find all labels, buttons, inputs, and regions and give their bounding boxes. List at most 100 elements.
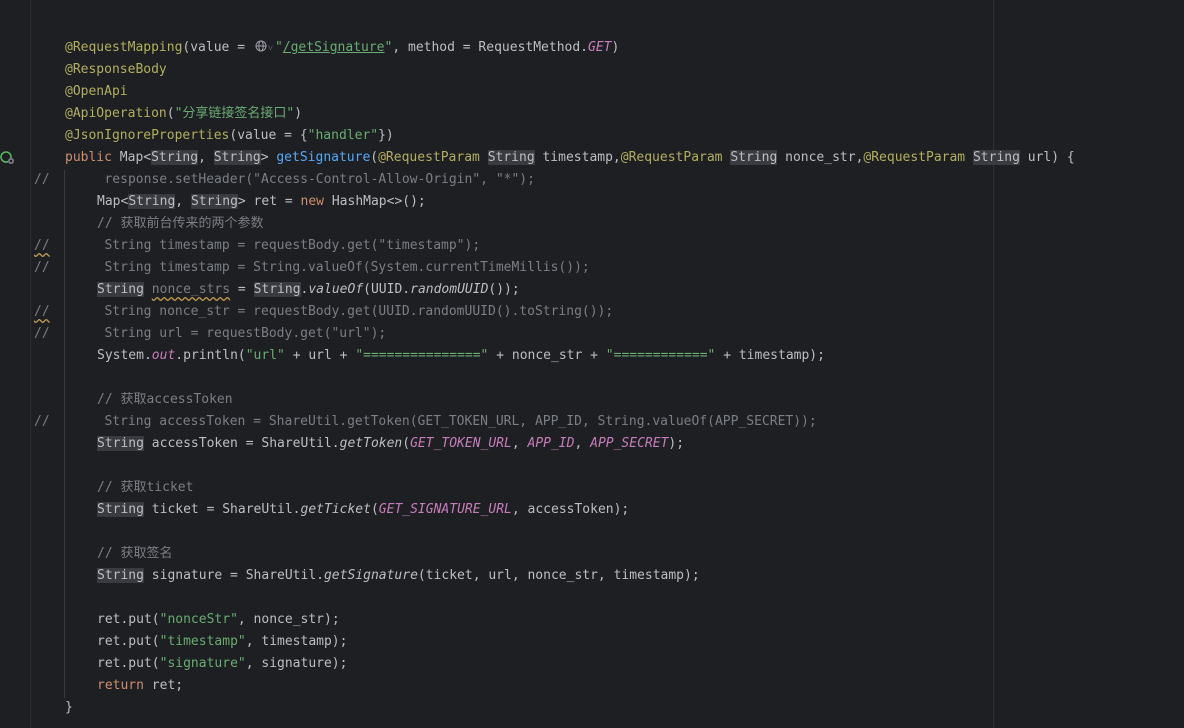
code-text[interactable]: return ret; [97,675,183,697]
code-token: , timestamp); [245,634,348,649]
code-token: ( [402,436,411,451]
code-token: response.setHeader("Access-Control-Allow… [81,172,535,187]
code-line[interactable]: // response.setHeader("Access-Control-Al… [0,169,1184,191]
code-line[interactable]: // String url = requestBody.get("url"); [0,323,1184,345]
code-text[interactable]: @ApiOperation("分享链接签名接口") [65,103,302,125]
code-token: "nonceStr" [159,612,238,627]
code-line[interactable]: ret.put("signature", signature); [0,653,1184,675]
code-text[interactable]: } [65,697,73,719]
code-editor[interactable]: @RequestMapping(value = ˅ "/getSignature "… [0,0,1184,728]
code-line[interactable]: // 获取签名 [0,543,1184,565]
code-line[interactable]: String accessToken = ShareUtil.getToken(… [0,433,1184,455]
code-line[interactable] [0,587,1184,609]
chevron-down-icon[interactable]: ˅ [268,44,273,54]
code-text[interactable]: String accessToken = ShareUtil.getToken(… [97,433,684,455]
code-text[interactable]: String accessToken = ShareUtil.getToken(… [81,411,816,433]
code-token: " [274,40,283,55]
code-token: return [97,678,152,693]
code-text[interactable]: // 获取签名 [97,543,172,565]
code-token: accessToken = ShareUtil. [143,436,340,451]
code-line[interactable]: @ResponseBody [0,59,1184,81]
code-text[interactable]: @OpenApi [65,81,128,103]
code-text[interactable]: String nonce_strs = String.valueOf(UUID.… [97,279,520,301]
code-token: + nonce_str + [488,348,606,363]
code-text[interactable]: String ticket = ShareUtil.getTicket(GET_… [97,499,629,521]
code-text[interactable]: @RequestMapping(value = ˅ "/getSignature"… [65,37,619,60]
code-token: ret.put( [97,634,160,649]
code-token: , [198,150,214,165]
code-line[interactable]: System.out.println("url" + url + "======… [0,345,1184,367]
code-token: .println( [175,348,246,363]
code-token: , method = RequestMethod. [392,40,589,55]
code-token: @RequestParam [620,150,731,165]
code-line[interactable]: public Map<String, String> getSignature(… [0,147,1184,169]
code-line[interactable]: } [0,697,1184,719]
code-line[interactable]: ret.put("nonceStr", nonce_str); [0,609,1184,631]
code-text[interactable]: // 获取ticket [97,477,193,499]
code-token: String [97,502,144,517]
code-line[interactable]: // 获取ticket [0,477,1184,499]
code-token: System. [97,348,152,363]
code-token: ) [611,40,620,55]
code-token: url) { [1019,150,1075,165]
code-token: String [190,194,238,209]
code-line[interactable]: String signature = ShareUtil.getSignatur… [0,565,1184,587]
code-token: , [175,194,191,209]
code-line[interactable]: Map<String, String> ret = new HashMap<>(… [0,191,1184,213]
code-token: @ResponseBody [65,62,167,77]
code-text[interactable]: public Map<String, String> getSignature(… [65,147,1075,169]
comment-marker: // [34,172,50,187]
code-token: "url" [245,348,285,363]
code-token: + timestamp); [715,348,825,363]
code-text[interactable]: // 获取accessToken [97,389,233,411]
code-line[interactable] [0,521,1184,543]
code-line[interactable]: @OpenApi [0,81,1184,103]
web-endpoint-icon[interactable] [255,40,267,52]
code-text[interactable]: @ResponseBody [65,59,167,81]
code-text[interactable]: System.out.println("url" + url + "======… [97,345,825,367]
code-text[interactable]: ret.put("nonceStr", nonce_str); [97,609,340,631]
code-text[interactable]: String url = requestBody.get("url"); [81,323,386,345]
code-token: (ticket, url, nonce_str, timestamp); [417,568,700,583]
code-text[interactable]: Map<String, String> ret = new HashMap<>(… [97,191,426,213]
code-line[interactable]: @ApiOperation("分享链接签名接口") [0,103,1184,125]
code-text[interactable]: // 获取前台传来的两个参数 [97,213,263,235]
code-token: ) [294,106,303,121]
code-line[interactable]: // String timestamp = requestBody.get("t… [0,235,1184,257]
code-line[interactable]: ret.put("timestamp", timestamp); [0,631,1184,653]
endpoint-gutter-icon[interactable] [0,150,16,166]
code-text[interactable]: String nonce_str = requestBody.get(UUID.… [81,301,613,323]
code-text[interactable]: String timestamp = String.valueOf(System… [81,257,589,279]
comment-marker: // [34,326,50,341]
code-line[interactable]: return ret; [0,675,1184,697]
code-line[interactable]: String ticket = ShareUtil.getTicket(GET_… [0,499,1184,521]
code-line[interactable] [0,367,1184,389]
code-token: // 获取accessToken [97,392,233,407]
code-token: ticket = ShareUtil. [143,502,301,517]
code-line[interactable]: @RequestMapping(value = ˅ "/getSignature"… [0,37,1184,59]
code-text[interactable]: response.setHeader("Access-Control-Allow… [81,169,535,191]
code-text[interactable]: ret.put("timestamp", timestamp); [97,631,347,653]
code-line[interactable]: // String timestamp = String.valueOf(Sys… [0,257,1184,279]
code-line[interactable]: // 获取accessToken [0,389,1184,411]
code-token: = [230,282,254,297]
code-token: String [972,150,1020,165]
code-token: String timestamp = requestBody.get("time… [81,238,481,253]
code-line[interactable]: // 获取前台传来的两个参数 [0,213,1184,235]
code-token: ( [370,502,379,517]
code-token: getToken [339,436,403,451]
code-line[interactable]: String nonce_strs = String.valueOf(UUID.… [0,279,1184,301]
code-line[interactable]: // String nonce_str = requestBody.get(UU… [0,301,1184,323]
comment-marker: // [34,414,50,429]
code-text[interactable]: String signature = ShareUtil.getSignatur… [97,565,700,587]
code-token: , accessToken); [511,502,630,517]
code-line[interactable] [0,455,1184,477]
code-token: , nonce_str); [237,612,340,627]
code-line[interactable]: // String accessToken = ShareUtil.getTok… [0,411,1184,433]
code-text[interactable]: ret.put("signature", signature); [97,653,347,675]
code-text[interactable]: @JsonIgnoreProperties(value = {"handler"… [65,125,394,147]
code-text[interactable]: String timestamp = requestBody.get("time… [81,235,480,257]
code-line[interactable]: @JsonIgnoreProperties(value = {"handler"… [0,125,1184,147]
code-token: valueOf [308,282,364,297]
